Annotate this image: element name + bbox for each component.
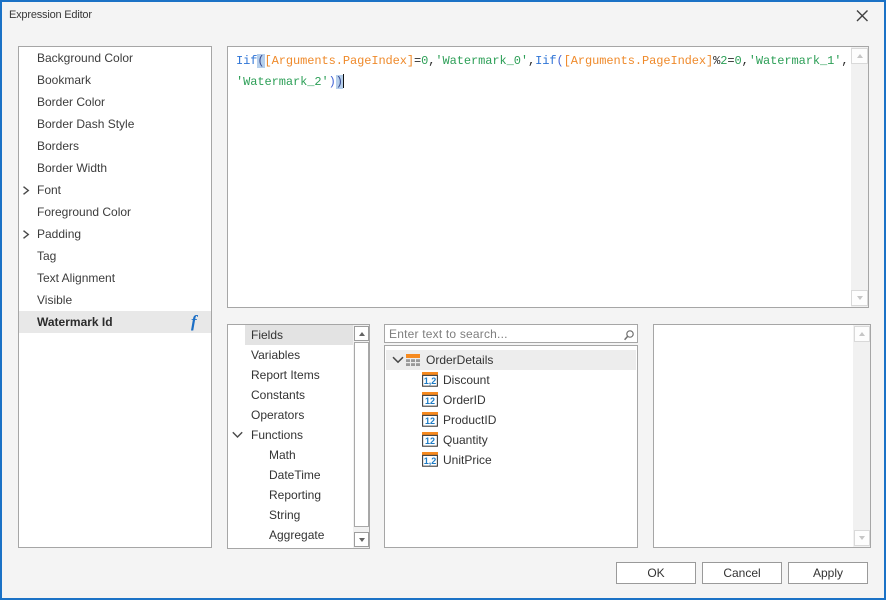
svg-text:12: 12 (425, 396, 435, 406)
svg-text:1,2: 1,2 (424, 456, 437, 466)
svg-text:12: 12 (425, 416, 435, 426)
svg-text:1,2: 1,2 (424, 376, 437, 386)
svg-text:12: 12 (425, 436, 435, 446)
